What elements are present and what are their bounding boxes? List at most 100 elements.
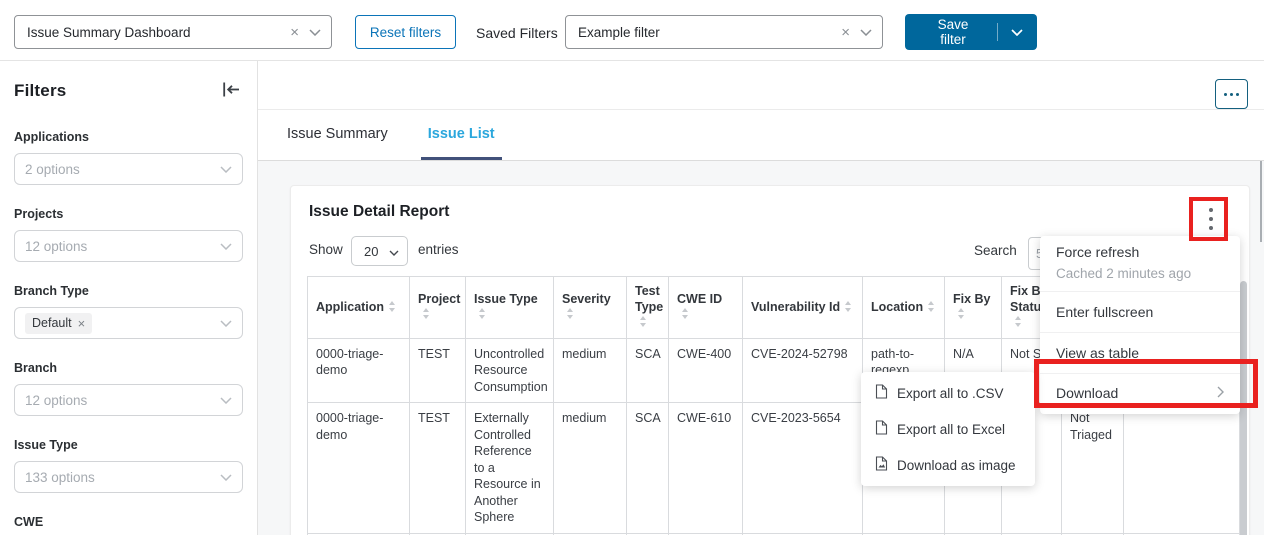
table-cell: Not Triaged	[1062, 403, 1124, 534]
show-label: Show	[309, 242, 343, 257]
table-cell: CWE-610	[669, 403, 743, 534]
image-file-icon	[875, 456, 888, 474]
dashboard-options-button[interactable]	[1215, 79, 1248, 109]
card-title: Issue Detail Report	[309, 203, 449, 221]
table-cell: medium	[554, 403, 627, 534]
cache-note: Cached 2 minutes ago	[1056, 266, 1224, 281]
chevron-down-icon[interactable]	[998, 29, 1037, 36]
chevron-down-icon	[389, 244, 399, 259]
column-header[interactable]: Project	[410, 277, 466, 339]
chevron-down-icon	[220, 391, 232, 409]
download-submenu: Export all to .CSV Export all to Excel D…	[861, 372, 1035, 486]
clear-icon[interactable]: ×	[290, 24, 299, 41]
filter-label: Branch Type	[14, 284, 243, 298]
filter-select-projects[interactable]: 12 options	[14, 230, 243, 262]
entries-label: entries	[418, 242, 459, 257]
menu-item-download[interactable]: Download	[1040, 374, 1240, 414]
tab-bar: Issue Summary Issue List	[258, 110, 1264, 161]
filter-label: Branch	[14, 361, 243, 375]
tab-issue-summary[interactable]: Issue Summary	[280, 110, 395, 160]
filter-label: Applications	[14, 130, 243, 144]
column-header[interactable]: Severity	[554, 277, 627, 339]
column-header[interactable]: Application	[308, 277, 410, 339]
page-size-select[interactable]: 20	[351, 236, 408, 266]
column-header[interactable]: Location	[863, 277, 945, 339]
sidebar-fields: Applications2 optionsProjects12 optionsB…	[14, 130, 243, 529]
widget-kebab-menu-button[interactable]	[1199, 202, 1223, 236]
filter-select-issue-type[interactable]: 133 options	[14, 461, 243, 493]
column-header[interactable]: Test Type	[627, 277, 669, 339]
dashboard-select-value: Issue Summary Dashboard	[27, 25, 290, 40]
save-filter-label: Save filter	[905, 17, 997, 47]
chevron-down-icon	[220, 237, 232, 255]
chevron-down-icon[interactable]	[309, 23, 321, 41]
saved-filter-select-value: Example filter	[578, 25, 841, 40]
table-cell: TEST	[410, 403, 466, 534]
filter-field: Issue Type133 options	[14, 438, 243, 493]
chevron-down-icon	[220, 160, 232, 178]
filter-field: Branch 12 options	[14, 361, 243, 416]
filter-label: Projects	[14, 207, 243, 221]
submenu-item-export-csv[interactable]: Export all to .CSV	[861, 375, 1035, 411]
chevron-down-icon	[220, 314, 232, 332]
filter-placeholder: 133 options	[25, 470, 220, 485]
table-cell: Uncontrolled Resource Consumption	[466, 338, 554, 403]
save-filter-button[interactable]: Save filter	[905, 14, 1037, 50]
filter-select-branch[interactable]: 12 options	[14, 384, 243, 416]
chevron-down-icon	[220, 468, 232, 486]
widget-context-menu: Force refresh Cached 2 minutes ago Enter…	[1040, 236, 1240, 414]
saved-filter-select[interactable]: Example filter ×	[565, 15, 883, 49]
table-cell: SCA	[627, 403, 669, 534]
page-size-value: 20	[364, 244, 389, 259]
table-cell: 0000-triage-demo	[308, 338, 410, 403]
column-header[interactable]: Fix By	[945, 277, 1002, 339]
ellipsis-icon	[1224, 93, 1227, 96]
menu-item-enter-fullscreen[interactable]: Enter fullscreen	[1040, 292, 1240, 332]
table-cell: TEST	[410, 338, 466, 403]
filters-sidebar: Filters Applications 2 options Projects 12 …	[0, 61, 258, 535]
column-header[interactable]: Issue Type	[466, 277, 554, 339]
chevron-down-icon[interactable]	[860, 23, 872, 41]
table-cell: CVE-2024-52798	[743, 338, 863, 403]
filter-placeholder: 2 options	[25, 162, 220, 177]
column-header[interactable]: CWE ID	[669, 277, 743, 339]
table-cell: 0000-triage-demo	[308, 403, 410, 534]
menu-item-force-refresh[interactable]: Force refresh Cached 2 minutes ago	[1040, 236, 1240, 291]
chevron-right-icon	[1217, 385, 1224, 401]
dashboard-select[interactable]: Issue Summary Dashboard ×	[14, 15, 332, 49]
reset-filters-button[interactable]: Reset filters	[355, 15, 456, 49]
chip-remove-icon[interactable]: ×	[78, 316, 86, 331]
search-label: Search	[974, 243, 1017, 258]
clear-icon[interactable]: ×	[841, 24, 850, 41]
table-cell: medium	[554, 338, 627, 403]
sidebar-title: Filters	[14, 81, 243, 101]
submenu-item-download-image[interactable]: Download as image	[861, 447, 1035, 483]
menu-item-label: Download	[1056, 385, 1118, 401]
collapse-sidebar-button[interactable]	[222, 81, 241, 101]
table-scrollbar[interactable]	[1240, 281, 1247, 535]
column-header[interactable]: Vulnerability Id	[743, 277, 863, 339]
chip-label: Default	[32, 316, 72, 330]
table-cell: SCA	[627, 338, 669, 403]
table-cell	[1124, 403, 1240, 534]
filter-label: CWE	[14, 515, 243, 529]
filter-field: Projects 12 options	[14, 207, 243, 262]
tab-issue-list[interactable]: Issue List	[421, 110, 502, 160]
submenu-item-export-excel[interactable]: Export all to Excel	[861, 411, 1035, 447]
menu-item-view-as-table[interactable]: View as table	[1040, 333, 1240, 373]
table-cell: CWE-400	[669, 338, 743, 403]
filter-field: Applications 2 options	[14, 130, 243, 185]
submenu-item-label: Export all to Excel	[897, 422, 1005, 437]
filter-chip: Default ×	[25, 313, 92, 334]
app-window: Issue Summary Dashboard × Reset filters …	[0, 0, 1264, 535]
submenu-item-label: Export all to .CSV	[897, 386, 1004, 401]
file-icon	[875, 420, 888, 438]
filter-select-applications[interactable]: 2 options	[14, 153, 243, 185]
filter-select-branch-type[interactable]: Default ×	[14, 307, 243, 339]
table-cell: CVE-2023-5654	[743, 403, 863, 534]
table-cell: Externally Controlled Reference to a Res…	[466, 403, 554, 534]
filter-field: Branch Type Default ×	[14, 284, 243, 339]
filter-placeholder: 12 options	[25, 239, 220, 254]
collapse-left-icon	[222, 86, 241, 101]
filter-placeholder: 12 options	[25, 393, 220, 408]
